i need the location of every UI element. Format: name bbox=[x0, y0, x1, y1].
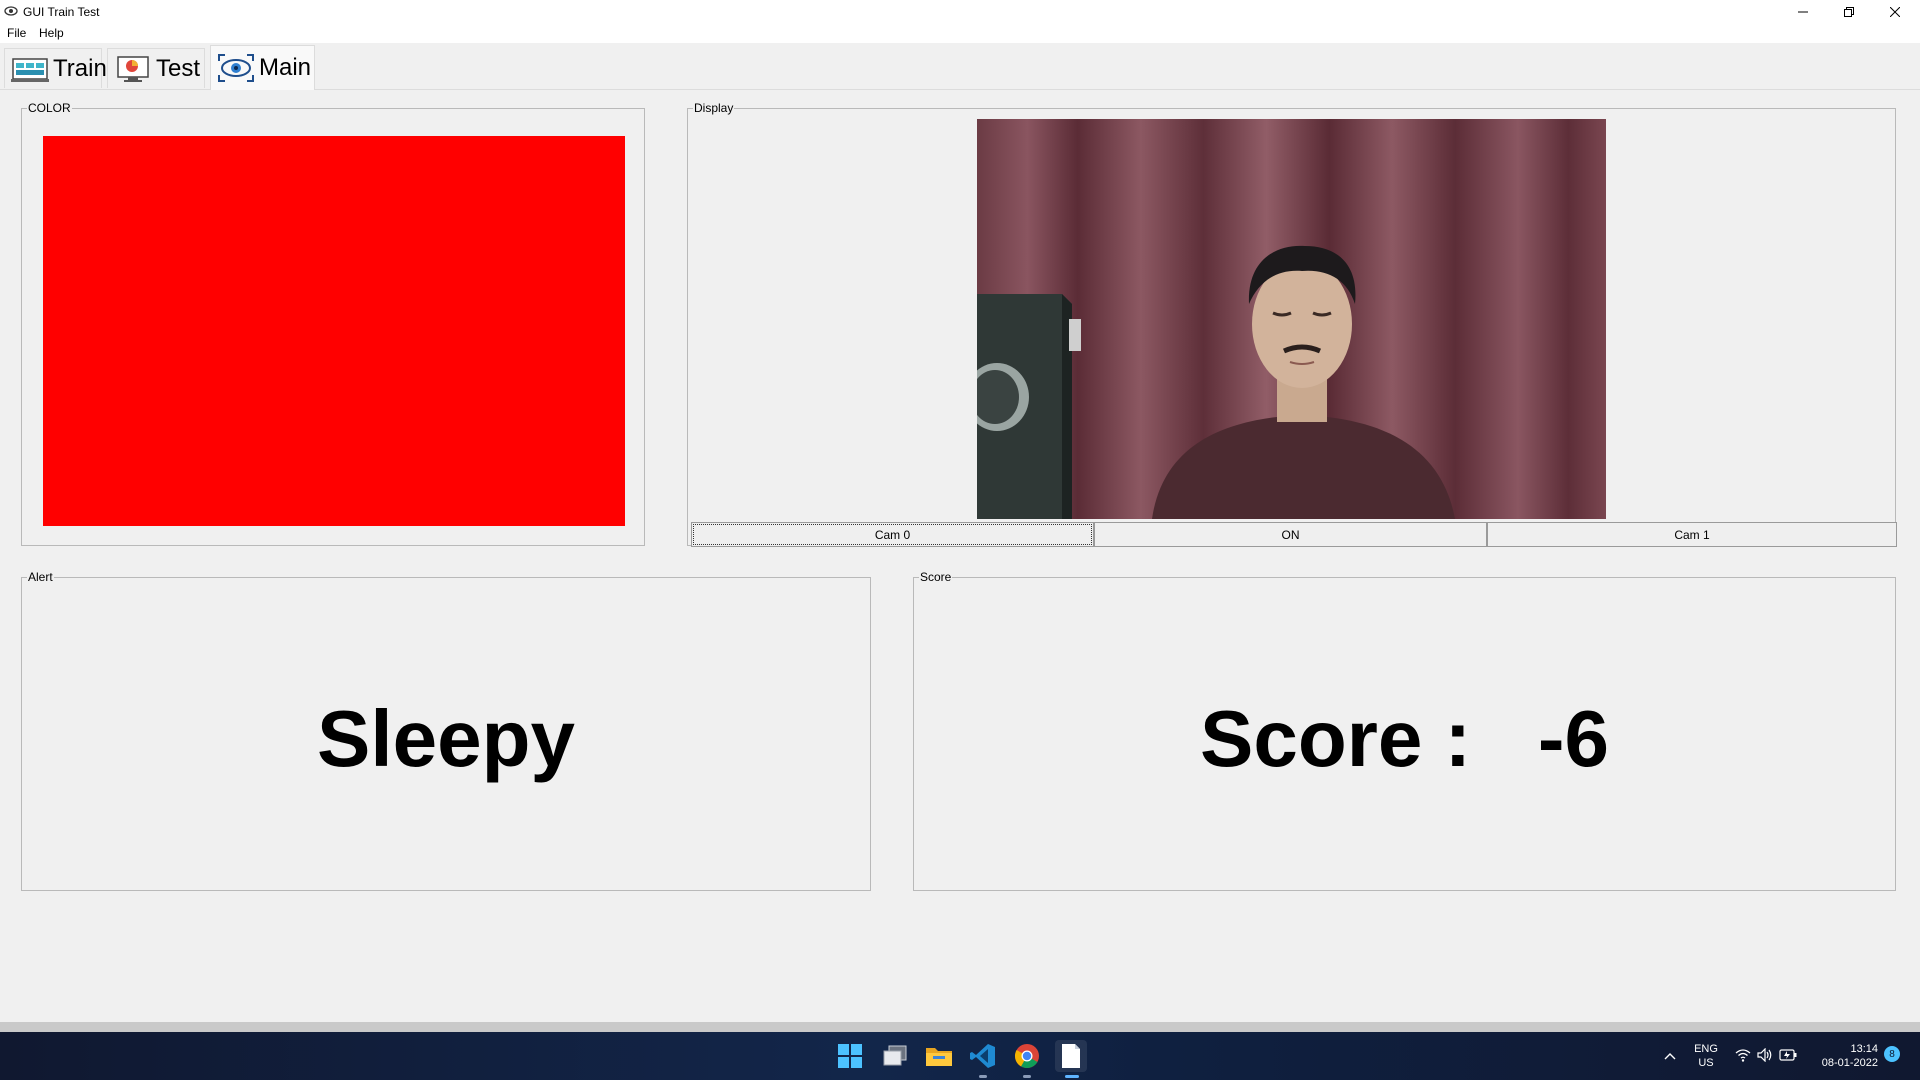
display-group: Display Cam 0 ON Cam 1 bbox=[687, 101, 1897, 547]
window-bottom-edge bbox=[0, 1022, 1920, 1032]
cam0-button[interactable]: Cam 0 bbox=[691, 522, 1094, 547]
menu-file[interactable]: File bbox=[7, 26, 26, 40]
score-value-text: Score : -6 bbox=[1199, 694, 1610, 783]
color-group-title: COLOR bbox=[27, 101, 72, 115]
minimize-icon bbox=[1798, 11, 1808, 12]
tab-train[interactable]: Train bbox=[4, 48, 107, 88]
status-color-swatch bbox=[43, 136, 625, 526]
alert-status-text: Sleepy bbox=[317, 694, 575, 783]
volume-icon[interactable] bbox=[1757, 1048, 1773, 1062]
tab-test-label: Test bbox=[156, 54, 201, 82]
color-group: COLOR bbox=[21, 101, 645, 546]
alert-group: Alert Sleepy bbox=[21, 570, 871, 891]
tab-train-label: Train bbox=[53, 54, 107, 82]
test-chart-icon bbox=[117, 55, 149, 82]
file-explorer-button[interactable] bbox=[923, 1040, 955, 1072]
camera-button-bar: Cam 0 ON Cam 1 bbox=[691, 522, 1897, 547]
minimize-button[interactable] bbox=[1780, 0, 1826, 23]
notepad-icon bbox=[1062, 1044, 1080, 1068]
vscode-running-indicator bbox=[979, 1075, 987, 1078]
clock[interactable]: 13:14 08-01-2022 bbox=[1808, 1042, 1878, 1070]
clock-time: 13:14 bbox=[1850, 1043, 1878, 1055]
taskbar: ENG US 13:14 08-01-2022 8 bbox=[0, 1032, 1920, 1080]
title-bar: GUI Train Test bbox=[0, 0, 1920, 23]
start-icon bbox=[838, 1044, 862, 1068]
train-monitor-icon bbox=[11, 57, 49, 82]
region-code: US bbox=[1698, 1057, 1714, 1069]
close-icon bbox=[1890, 6, 1900, 17]
alert-group-title: Alert bbox=[27, 570, 54, 584]
start-button[interactable] bbox=[834, 1040, 866, 1072]
chevron-up-icon[interactable] bbox=[1664, 1051, 1676, 1061]
tab-main-label: Main bbox=[259, 54, 312, 81]
clock-date: 08-01-2022 bbox=[1821, 1057, 1878, 1069]
chrome-icon bbox=[1014, 1044, 1039, 1069]
wifi-icon[interactable] bbox=[1735, 1048, 1751, 1062]
display-group-title: Display bbox=[693, 101, 735, 115]
score-group-title: Score bbox=[919, 570, 953, 584]
file-explorer-icon bbox=[926, 1048, 952, 1066]
language-indicator[interactable]: ENG US bbox=[1692, 1042, 1720, 1070]
tab-strip: Train Test Main bbox=[0, 43, 1920, 90]
maximize-button[interactable] bbox=[1826, 0, 1872, 23]
restore-icon bbox=[1844, 6, 1854, 17]
eye-scan-icon bbox=[218, 54, 254, 82]
language-code: ENG bbox=[1694, 1043, 1718, 1055]
camera-feed-image bbox=[977, 119, 1606, 519]
cam1-button[interactable]: Cam 1 bbox=[1487, 522, 1897, 547]
webcam-frame bbox=[977, 119, 1606, 519]
close-button[interactable] bbox=[1872, 0, 1918, 23]
tab-test[interactable]: Test bbox=[107, 48, 205, 88]
chrome-button[interactable] bbox=[1011, 1040, 1043, 1078]
window-title: GUI Train Test bbox=[23, 5, 100, 19]
on-button[interactable]: ON bbox=[1094, 522, 1487, 547]
battery-icon[interactable] bbox=[1779, 1049, 1797, 1061]
menu-bar: File Help bbox=[0, 23, 1920, 43]
tab-main[interactable]: Main bbox=[210, 45, 315, 90]
task-view-icon bbox=[883, 1045, 907, 1066]
notepad-running-indicator bbox=[1065, 1075, 1079, 1078]
notification-badge[interactable]: 8 bbox=[1884, 1046, 1900, 1062]
chrome-running-indicator bbox=[1023, 1075, 1031, 1078]
vscode-button[interactable] bbox=[967, 1040, 999, 1078]
app-eye-icon bbox=[4, 6, 18, 16]
notepad-button[interactable] bbox=[1055, 1040, 1087, 1078]
score-group: Score Score : -6 bbox=[913, 570, 1896, 891]
task-view-button[interactable] bbox=[879, 1040, 911, 1072]
vscode-icon bbox=[970, 1044, 995, 1068]
menu-help[interactable]: Help bbox=[39, 26, 64, 40]
